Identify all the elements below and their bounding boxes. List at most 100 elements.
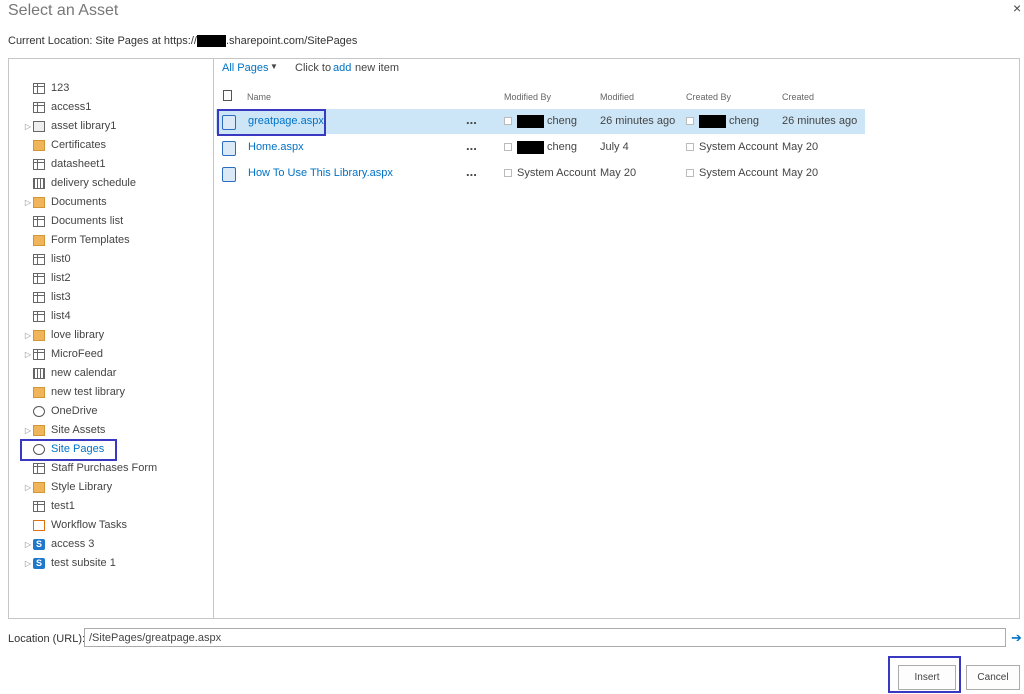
file-type-header-icon	[223, 90, 232, 101]
tree-item-label: delivery schedule	[51, 177, 136, 189]
modified-value: July 4	[600, 141, 629, 153]
tree-item-label: new test library	[51, 386, 125, 398]
add-new-item-link[interactable]: add	[333, 62, 351, 74]
created-by-value: cheng	[729, 115, 759, 127]
list-icon	[33, 83, 45, 94]
tree-selection-highlight	[20, 439, 117, 461]
insert-button[interactable]: Insert	[898, 665, 956, 690]
presence-checkbox	[686, 117, 694, 125]
current-location: Current Location: Site Pages at https://…	[8, 35, 358, 48]
dialog-title: Select an Asset	[8, 2, 119, 19]
redacted-tenant	[196, 35, 226, 48]
expand-arrow-icon[interactable]: ▷	[23, 478, 33, 497]
created-by-value: System Account	[699, 167, 778, 179]
presence-checkbox	[686, 143, 694, 151]
location-url-input[interactable]	[84, 628, 1006, 647]
caret-down-icon[interactable]: ▼	[270, 62, 278, 71]
go-arrow-icon[interactable]: ➔	[1011, 630, 1022, 646]
expand-arrow-icon[interactable]: ▷	[23, 326, 33, 345]
created-value: 26 minutes ago	[782, 115, 858, 127]
presence-checkbox	[504, 169, 512, 177]
tree-item-label: Workflow Tasks	[51, 519, 128, 531]
all-pages-view-menu[interactable]: All Pages	[222, 62, 268, 74]
tree-item-label: datasheet1	[51, 158, 106, 170]
list-icon	[33, 254, 45, 265]
modified-by-value: System Account	[517, 167, 596, 179]
expand-arrow-icon[interactable]: ▷	[23, 421, 33, 440]
column-header-modified[interactable]: Modified	[600, 92, 634, 102]
list-icon	[33, 463, 45, 474]
item-menu-ellipsis[interactable]: ...	[466, 135, 477, 160]
file-name-link[interactable]: How To Use This Library.aspx	[248, 161, 393, 186]
column-header-created[interactable]: Created	[782, 92, 814, 102]
pane-divider[interactable]	[213, 58, 214, 619]
tree-item-label: Site Assets	[51, 424, 106, 436]
tree-item-label: MicroFeed	[51, 348, 103, 360]
tree-item-label: test1	[51, 500, 75, 512]
document-library-icon	[33, 387, 45, 398]
tree-item-label: Form Templates	[51, 234, 130, 246]
location-prefix: Current Location: Site Pages at https://	[8, 35, 197, 47]
modified-by-value: cheng	[547, 115, 577, 127]
globe-icon	[33, 406, 45, 417]
tree-item-label: test subsite 1	[51, 557, 116, 569]
tree-item-label: Documents	[51, 196, 107, 208]
expand-arrow-icon[interactable]: ▷	[23, 554, 33, 573]
aspx-page-icon	[222, 141, 236, 156]
tree-item-label: list0	[51, 253, 71, 265]
tree-item-label: 123	[51, 82, 70, 94]
tasks-icon	[33, 520, 45, 531]
modified-by-value: cheng	[547, 141, 577, 153]
redacted-name	[517, 115, 544, 128]
file-selection-highlight	[217, 109, 326, 136]
presence-checkbox	[686, 169, 694, 177]
click-to-text: Click to	[295, 62, 332, 74]
list-icon	[33, 501, 45, 512]
tree-item-label: OneDrive	[51, 405, 98, 417]
sharepoint-site-icon: S	[33, 558, 45, 569]
calendar-icon	[33, 368, 45, 379]
list-icon	[33, 292, 45, 303]
column-header-name[interactable]: Name	[247, 92, 271, 102]
new-item-text: new item	[355, 62, 400, 74]
redacted-name	[699, 115, 726, 128]
tree-item-label: list2	[51, 272, 71, 284]
created-by-value: System Account	[699, 141, 778, 153]
presence-checkbox	[504, 143, 512, 151]
tree-item-label: Documents list	[51, 215, 124, 227]
tree-item-label: list4	[51, 310, 71, 322]
file-row[interactable]: Home.aspx... cheng July 4 System Account May…	[216, 135, 865, 160]
tree-item-label: list3	[51, 291, 71, 303]
column-header-created-by[interactable]: Created By	[686, 92, 731, 102]
document-library-icon	[33, 330, 45, 341]
item-menu-ellipsis[interactable]: ...	[466, 161, 477, 186]
tree-item-label: Certificates	[51, 139, 107, 151]
location-suffix: .sharepoint.com/SitePages	[225, 35, 358, 47]
close-icon[interactable]: ×	[1013, 0, 1021, 16]
expand-arrow-icon[interactable]: ▷	[23, 193, 33, 212]
document-library-icon	[33, 425, 45, 436]
file-row[interactable]: How To Use This Library.aspx... System Ac…	[216, 161, 865, 186]
location-url-label: Location (URL):	[8, 633, 86, 645]
column-header-modified-by[interactable]: Modified By	[504, 92, 551, 102]
cancel-button[interactable]: Cancel	[966, 665, 1020, 690]
file-name-link[interactable]: Home.aspx	[248, 135, 304, 160]
created-value: May 20	[782, 141, 819, 153]
expand-arrow-icon[interactable]: ▷	[23, 535, 33, 554]
list-icon	[33, 159, 45, 170]
tree-item-label: Style Library	[51, 481, 113, 493]
tree-item-label: asset library1	[51, 120, 117, 132]
created-value: May 20	[782, 167, 819, 179]
redacted-name	[517, 141, 544, 154]
document-library-icon	[33, 482, 45, 493]
expand-arrow-icon[interactable]: ▷	[23, 345, 33, 364]
document-library-icon	[33, 140, 45, 151]
calendar-icon	[33, 178, 45, 189]
tree-item-label: new calendar	[51, 367, 117, 379]
expand-arrow-icon[interactable]: ▷	[23, 117, 33, 136]
list-icon	[33, 102, 45, 113]
item-menu-ellipsis[interactable]: ...	[466, 109, 477, 134]
presence-checkbox	[504, 117, 512, 125]
modified-value: 26 minutes ago	[600, 115, 676, 127]
document-library-icon	[33, 235, 45, 246]
